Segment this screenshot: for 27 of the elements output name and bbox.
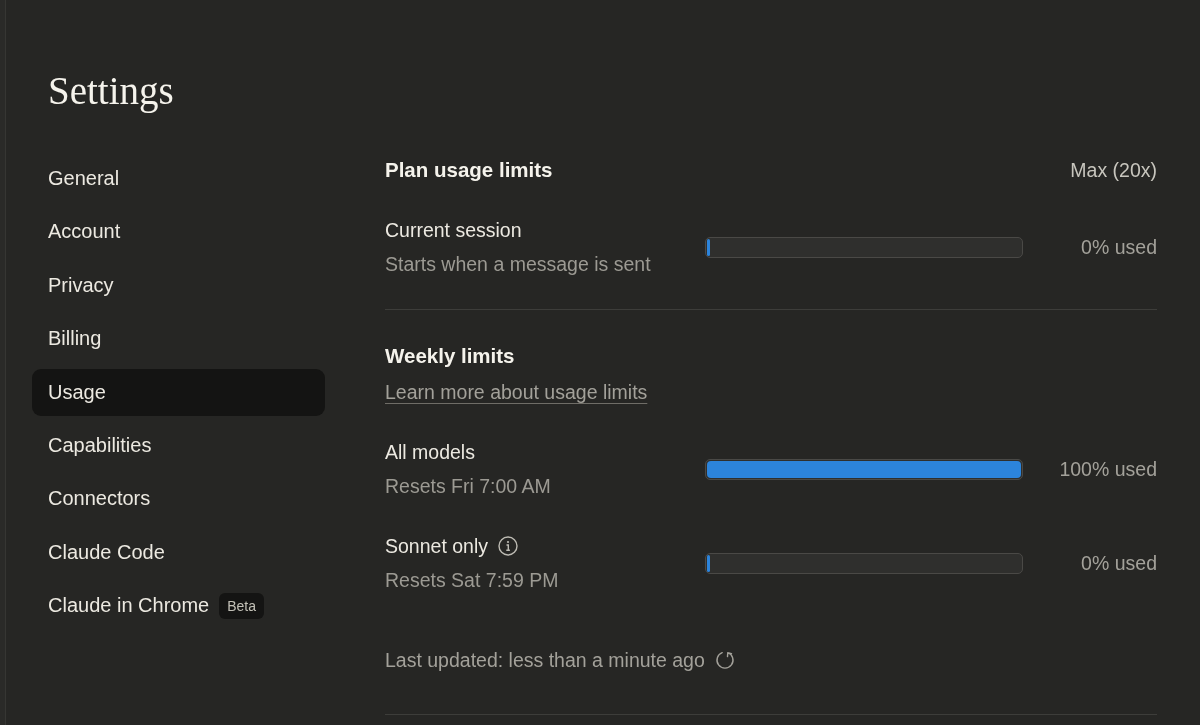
sidebar-item[interactable]: Claude Code (32, 528, 325, 576)
limit-detail: Resets Fri 7:00 AM (385, 474, 552, 499)
limit-name: Sonnet only (385, 534, 488, 559)
limit-detail: Resets Sat 7:59 PM (385, 568, 560, 593)
limit-detail: Starts when a message is sent (385, 252, 652, 277)
sidebar-item[interactable]: Connectors (32, 475, 325, 523)
section-title: Plan usage limits (385, 158, 553, 182)
last-updated-text: Last updated: less than a minute ago (385, 648, 705, 672)
sidebar-item[interactable]: Privacy (32, 261, 325, 309)
limit-name: Current session (385, 218, 522, 243)
sidebar-item[interactable]: Account (32, 208, 325, 256)
section-title: Weekly limits (385, 344, 515, 368)
info-icon[interactable] (498, 536, 518, 556)
usage-reading: 100% used (1059, 457, 1157, 481)
limit-name: All models (385, 440, 475, 465)
plan-name: Max (20x) (1070, 158, 1157, 182)
refresh-icon[interactable] (714, 650, 735, 670)
sidebar-item[interactable]: Usage (32, 368, 325, 416)
page-title: Settings (48, 68, 174, 114)
usage-reading: 0% used (1081, 551, 1157, 575)
sidebar-item[interactable]: General (32, 155, 325, 202)
beta-badge: Beta (219, 592, 264, 619)
learn-more-link[interactable]: Learn more about usage limits (385, 379, 648, 405)
usage-reading: 0% used (1081, 235, 1157, 259)
sidebar-item[interactable]: Claude in Chrome Beta (32, 582, 325, 630)
sidebar-item[interactable]: Billing (32, 315, 325, 363)
sidebar-item[interactable]: Capabilities (32, 421, 325, 469)
